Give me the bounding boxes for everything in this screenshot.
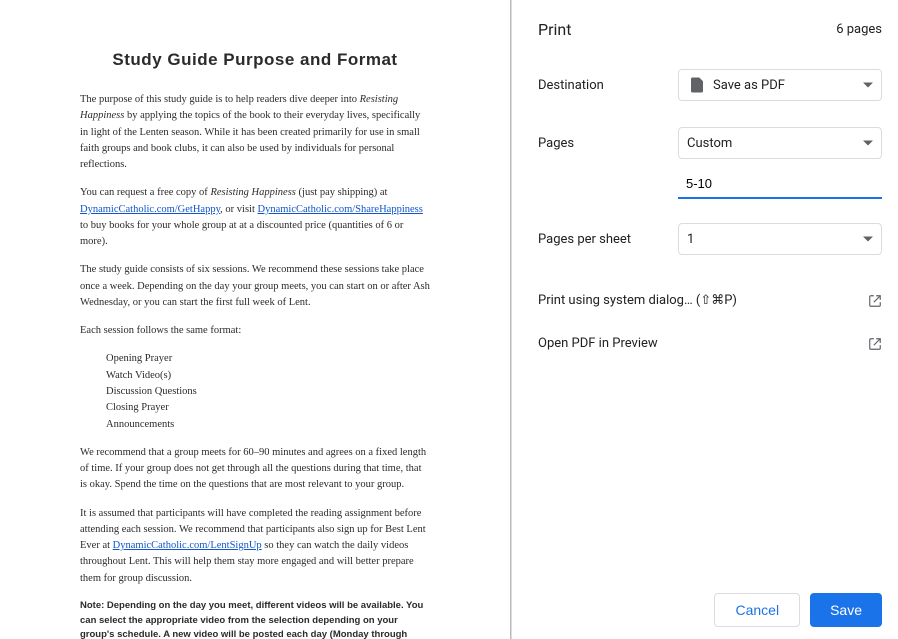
doc-paragraph: We recommend that a group meets for 60–9… [80, 445, 430, 494]
doc-link[interactable]: DynamicCatholic.com/ShareHappiness [258, 204, 423, 215]
chevron-down-icon [863, 237, 873, 242]
pages-per-sheet-select[interactable]: 1 [678, 223, 882, 255]
doc-list: Opening Prayer Watch Video(s) Discussion… [106, 351, 430, 432]
print-preview-pane: Study Guide Purpose and Format The purpo… [0, 0, 510, 639]
external-link-icon [868, 337, 882, 351]
list-item: Opening Prayer [106, 351, 430, 367]
chevron-down-icon [863, 83, 873, 88]
document-page: Study Guide Purpose and Format The purpo… [50, 30, 460, 639]
destination-label: Destination [538, 78, 678, 93]
cancel-button[interactable]: Cancel [714, 593, 800, 627]
doc-paragraph: It is assumed that participants will hav… [80, 506, 430, 587]
pages-mode-select[interactable]: Custom [678, 127, 882, 159]
settings-footer: Cancel Save [538, 581, 882, 627]
doc-paragraph: You can request a free copy of Resisting… [80, 185, 430, 250]
list-item: Watch Video(s) [106, 368, 430, 384]
pages-per-sheet-label: Pages per sheet [538, 232, 678, 247]
pages-per-sheet-value: 1 [687, 232, 694, 247]
doc-link[interactable]: DynamicCatholic.com/GetHappy [80, 204, 220, 215]
doc-paragraph: The purpose of this study guide is to he… [80, 92, 430, 173]
print-settings-pane: Print 6 pages Destination Save as PDF Pa… [512, 0, 898, 639]
save-button[interactable]: Save [810, 593, 882, 627]
destination-row: Destination Save as PDF [538, 67, 882, 103]
destination-select[interactable]: Save as PDF [678, 69, 882, 101]
chevron-down-icon [863, 141, 873, 146]
settings-title: Print [538, 20, 571, 39]
doc-note: Note: Depending on the day you meet, dif… [80, 599, 430, 639]
settings-header: Print 6 pages [538, 20, 882, 39]
pages-row: Pages Custom [538, 125, 882, 161]
doc-paragraph: The study guide consists of six sessions… [80, 262, 430, 311]
external-link-icon [868, 294, 882, 308]
system-dialog-link[interactable]: Print using system dialog… (⇧⌘P) [538, 279, 882, 322]
list-item: Announcements [106, 417, 430, 433]
pages-label: Pages [538, 136, 678, 151]
pdf-file-icon [687, 75, 707, 95]
pages-per-sheet-row: Pages per sheet 1 [538, 221, 882, 257]
destination-value: Save as PDF [713, 78, 785, 93]
list-item: Discussion Questions [106, 384, 430, 400]
pages-range-input[interactable] [678, 169, 882, 199]
doc-paragraph: Each session follows the same format: [80, 323, 430, 339]
doc-link[interactable]: DynamicCatholic.com/LentSignUp [113, 540, 262, 551]
open-pdf-link[interactable]: Open PDF in Preview [538, 322, 882, 365]
page-count: 6 pages [836, 22, 882, 37]
list-item: Closing Prayer [106, 400, 430, 416]
system-dialog-label: Print using system dialog… (⇧⌘P) [538, 293, 737, 308]
open-pdf-label: Open PDF in Preview [538, 336, 658, 351]
pages-input-row [538, 169, 882, 199]
pages-mode-value: Custom [687, 136, 732, 151]
doc-title: Study Guide Purpose and Format [80, 50, 430, 70]
